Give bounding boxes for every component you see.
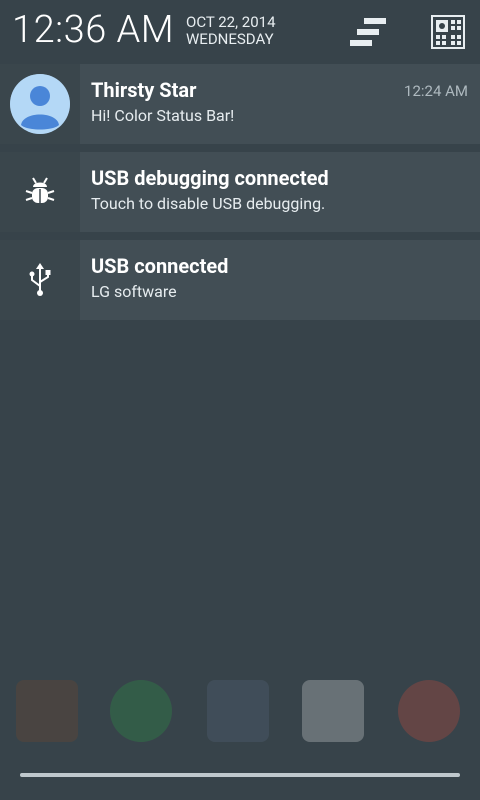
chrome-icon: [398, 680, 460, 742]
date-label: OCT 22, 2014: [186, 13, 276, 31]
usb-icon: [29, 263, 51, 296]
notification-text: Hi! Color Status Bar!: [91, 106, 235, 125]
notification-title: USB debugging connected: [91, 166, 329, 190]
clear-all-button[interactable]: [346, 10, 390, 54]
notification-icon-area: [0, 240, 80, 320]
notification-text: LG software: [91, 282, 177, 301]
hangouts-icon: [110, 680, 172, 742]
notification-icon-area: [0, 152, 80, 232]
notification-title: Thirsty Star: [91, 78, 197, 102]
notification-text: Touch to disable USB debugging.: [91, 194, 326, 213]
contacts-icon: [16, 680, 78, 742]
notification-thirsty-star[interactable]: Thirsty Star Hi! Color Status Bar! 12:24…: [0, 64, 480, 144]
gmail-icon: [302, 680, 364, 742]
background-dock: [0, 670, 480, 760]
clear-all-icon: [350, 18, 386, 46]
weekday-label: WEDNESDAY: [186, 30, 274, 48]
quick-settings-button[interactable]: [426, 10, 470, 54]
date-block: OCT 22, 2014 WEDNESDAY: [186, 14, 276, 48]
clock: 12:36 AM: [12, 8, 175, 52]
notification-time: 12:24 AM: [404, 82, 468, 100]
notification-usb-debugging[interactable]: USB debugging connected Touch to disable…: [0, 152, 480, 232]
notification-icon-area: [0, 64, 80, 144]
bug-icon: [25, 177, 55, 203]
notification-usb-connected[interactable]: USB connected LG software: [0, 240, 480, 320]
notification-header: 12:36 AM OCT 22, 2014 WEDNESDAY: [0, 0, 480, 64]
notification-title: USB connected: [91, 254, 229, 278]
quick-settings-icon: [431, 15, 465, 49]
shade-drag-handle[interactable]: [20, 773, 460, 777]
apps-grid-icon: [207, 680, 269, 742]
avatar-icon: [10, 74, 70, 134]
